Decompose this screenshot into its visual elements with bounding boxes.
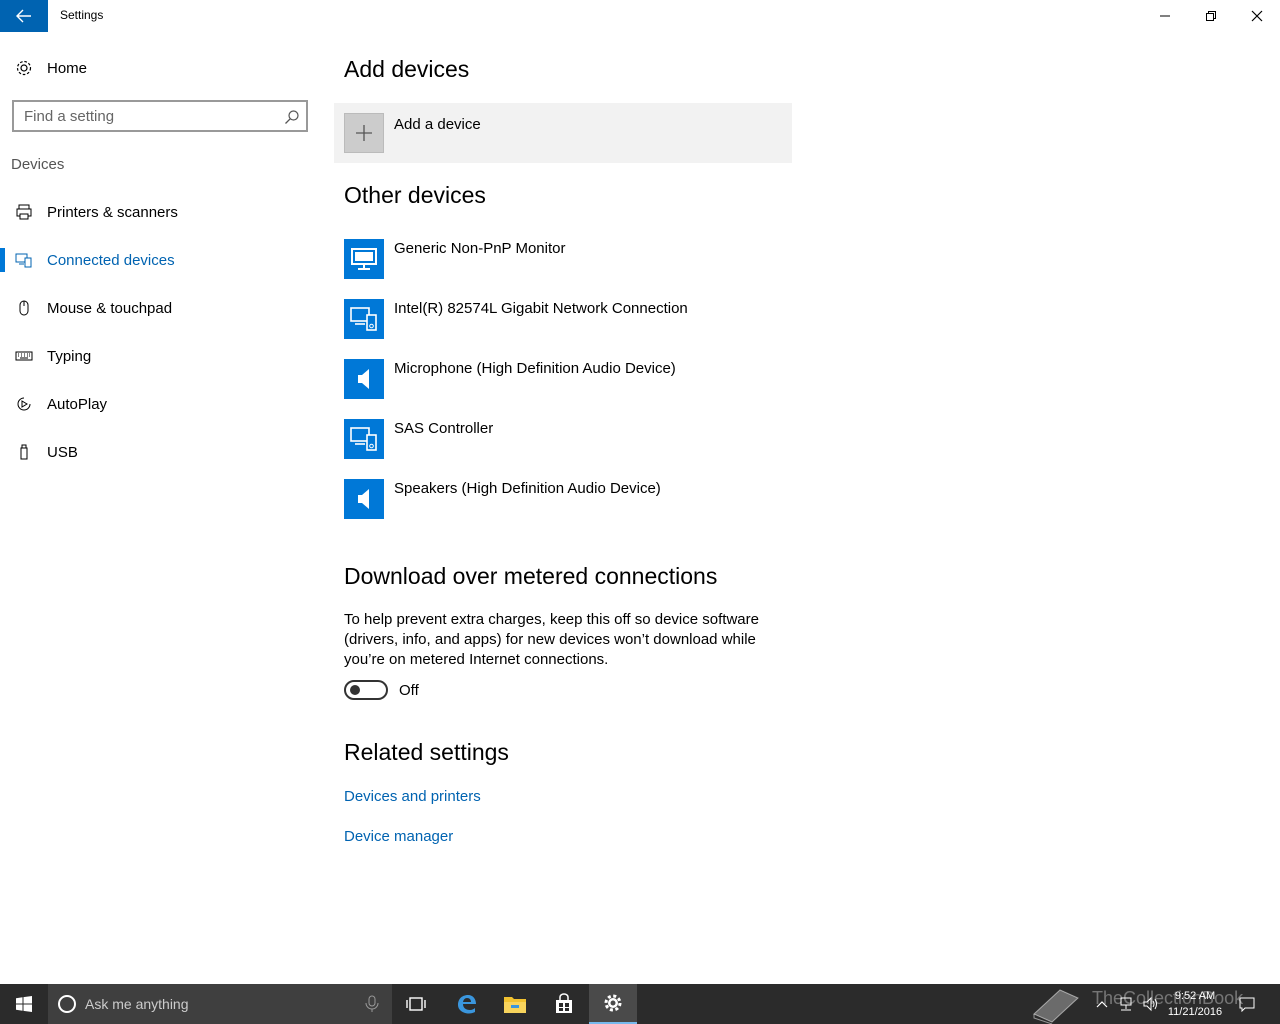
sidebar-item-printers-scanners[interactable]: Printers & scanners	[0, 192, 320, 232]
restore-icon	[1206, 11, 1216, 21]
back-button[interactable]	[0, 0, 48, 32]
plus-icon	[344, 113, 384, 153]
device-name: Speakers (High Definition Audio Device)	[394, 480, 661, 497]
clock-time: 9:52 AM	[1174, 990, 1216, 1002]
taskbar-search-placeholder: Ask me anything	[85, 996, 189, 1012]
metered-heading: Download over metered connections	[344, 563, 718, 589]
microphone-icon[interactable]	[364, 995, 380, 1013]
settings-icon	[604, 994, 622, 1012]
section-title: Devices	[11, 156, 65, 173]
sidebar: Home Devices Printers & scanners Connect…	[0, 32, 320, 984]
speaker-icon	[344, 359, 384, 399]
device-item[interactable]: Microphone (High Definition Audio Device…	[344, 359, 784, 399]
devices-and-printers-link[interactable]: Devices and printers	[344, 788, 481, 805]
sidebar-item-label: USB	[47, 443, 78, 461]
task-view-button[interactable]	[392, 984, 440, 1024]
device-manager-link[interactable]: Device manager	[344, 828, 453, 845]
nav-home-label: Home	[47, 59, 88, 77]
nav-home[interactable]: Home	[0, 52, 320, 84]
metered-description: To help prevent extra charges, keep this…	[344, 611, 759, 668]
file-explorer-button[interactable]	[491, 984, 539, 1024]
add-devices-heading: Add devices	[344, 56, 470, 82]
toggle-knob	[350, 685, 360, 695]
edge-button[interactable]	[443, 984, 491, 1024]
toggle-state-label: Off	[399, 682, 419, 699]
device-name: Intel(R) 82574L Gigabit Network Connecti…	[394, 300, 688, 317]
taskbar-clock[interactable]: 9:52 AM 11/21/2016	[1160, 988, 1230, 1020]
active-indicator	[0, 248, 5, 272]
show-hidden-icons-button[interactable]	[1094, 984, 1110, 1024]
printer-icon	[14, 202, 34, 222]
monitor-icon	[344, 239, 384, 279]
edge-icon	[458, 995, 476, 1014]
device-name: SAS Controller	[394, 420, 494, 437]
gear-icon	[14, 58, 34, 78]
sidebar-item-label: Printers & scanners	[47, 203, 178, 221]
back-arrow-icon	[16, 9, 31, 23]
add-device-button[interactable]: Add a device	[334, 103, 792, 163]
sidebar-item-mouse-touchpad[interactable]: Mouse & touchpad	[0, 288, 320, 328]
notification-icon	[1239, 997, 1255, 1012]
add-device-label: Add a device	[394, 116, 481, 133]
device-item[interactable]: Speakers (High Definition Audio Device)	[344, 479, 784, 519]
autoplay-icon	[14, 394, 34, 414]
device-item[interactable]: Intel(R) 82574L Gigabit Network Connecti…	[344, 299, 784, 339]
cortana-search-box[interactable]: Ask me anything	[48, 984, 392, 1024]
related-settings-heading: Related settings	[344, 739, 509, 765]
main-content: Add devices Add a device Other devices G…	[334, 32, 834, 984]
minimize-icon	[1160, 15, 1170, 17]
search-input[interactable]	[24, 103, 284, 129]
sidebar-item-autoplay[interactable]: AutoPlay	[0, 384, 320, 424]
search-icon[interactable]	[284, 109, 300, 125]
volume-icon	[1143, 996, 1157, 1012]
metered-toggle[interactable]	[344, 680, 388, 700]
clock-date: 11/21/2016	[1167, 1006, 1223, 1018]
cortana-icon	[58, 995, 76, 1013]
restore-button[interactable]	[1188, 0, 1234, 32]
store-button[interactable]	[540, 984, 588, 1024]
usb-icon	[14, 442, 34, 462]
device-generic-icon	[344, 419, 384, 459]
connected-devices-icon	[14, 250, 34, 270]
task-view-icon	[406, 997, 426, 1011]
title-bar: Settings	[0, 0, 1280, 32]
settings-taskbar-button[interactable]	[589, 984, 637, 1024]
action-center-button[interactable]	[1236, 984, 1258, 1024]
window-title: Settings	[60, 8, 104, 22]
store-icon	[556, 993, 572, 1013]
volume-tray-button[interactable]	[1140, 984, 1160, 1024]
sidebar-item-connected-devices[interactable]: Connected devices	[0, 240, 320, 280]
search-box[interactable]	[12, 100, 308, 132]
file-explorer-icon	[504, 997, 526, 1013]
other-devices-heading: Other devices	[344, 182, 486, 208]
device-generic-icon	[344, 299, 384, 339]
sidebar-item-typing[interactable]: Typing	[0, 336, 320, 376]
close-icon	[1251, 10, 1263, 22]
keyboard-icon	[14, 346, 34, 366]
device-name: Microphone (High Definition Audio Device…	[394, 360, 676, 377]
sidebar-item-label: Mouse & touchpad	[47, 299, 173, 317]
speaker-icon	[344, 479, 384, 519]
sidebar-item-label: Typing	[47, 347, 92, 365]
chevron-up-icon	[1096, 1001, 1108, 1008]
minimize-button[interactable]	[1142, 0, 1188, 32]
windows-logo-icon	[16, 996, 32, 1012]
device-item[interactable]: Generic Non-PnP Monitor	[344, 239, 784, 279]
network-tray-button[interactable]	[1116, 984, 1136, 1024]
watermark-book-icon	[1033, 989, 1079, 1024]
close-button[interactable]	[1234, 0, 1280, 32]
device-name: Generic Non-PnP Monitor	[394, 240, 566, 257]
mouse-icon	[14, 298, 34, 318]
taskbar: Ask me anything TheCollectionBook 9:52 A…	[0, 984, 1280, 1024]
network-icon	[1120, 997, 1132, 1011]
start-button[interactable]	[0, 984, 48, 1024]
sidebar-item-label: AutoPlay	[47, 395, 108, 413]
sidebar-item-label: Connected devices	[47, 251, 175, 269]
device-item[interactable]: SAS Controller	[344, 419, 784, 459]
sidebar-item-usb[interactable]: USB	[0, 432, 320, 472]
